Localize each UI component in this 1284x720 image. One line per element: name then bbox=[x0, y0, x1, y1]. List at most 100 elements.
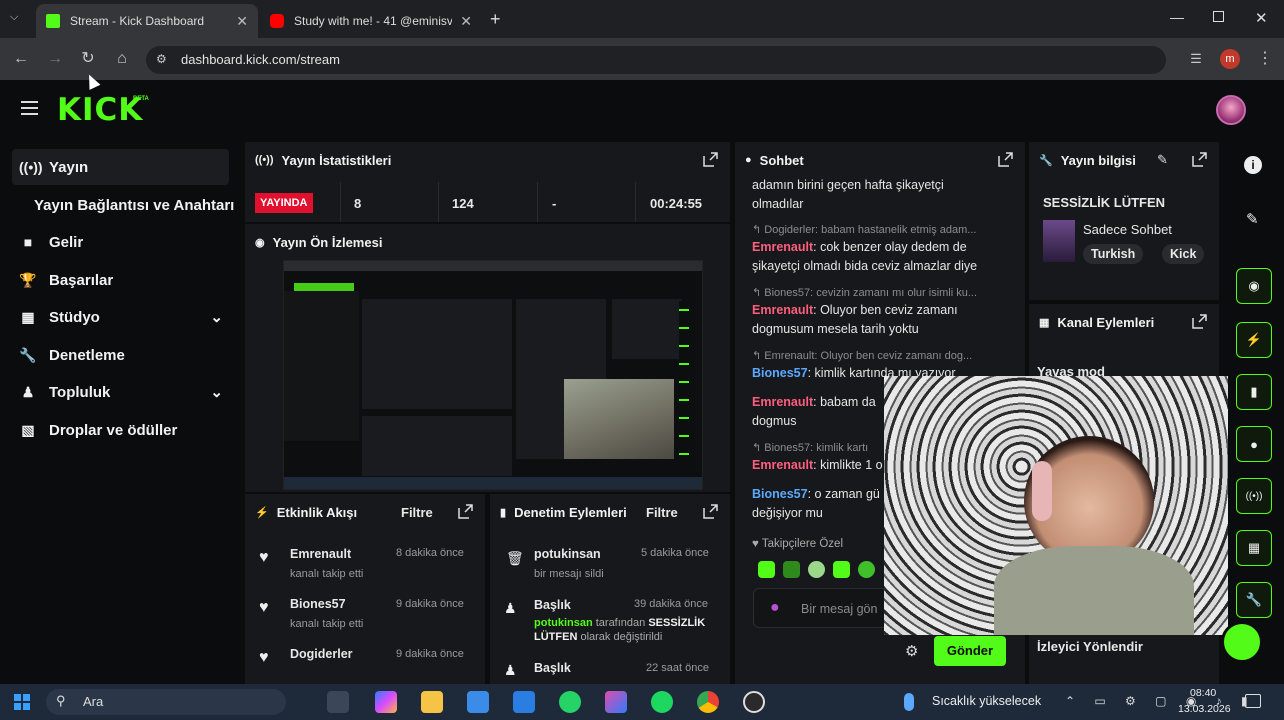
tab-youtube[interactable]: Study with me! - 41 @eminisvlo ✕ bbox=[260, 4, 482, 38]
chat-message: adamın birini geçen hafta şikayetçi olma… bbox=[752, 178, 944, 211]
close-window-icon[interactable]: ✕ bbox=[1255, 9, 1268, 27]
reload-icon[interactable]: ↻ bbox=[78, 49, 98, 69]
chat-button[interactable]: ● bbox=[1236, 426, 1272, 462]
mod-user[interactable]: potukinsan bbox=[534, 547, 601, 561]
youtube-favicon-icon bbox=[270, 14, 284, 28]
raid-item[interactable]: İzleyici Yönlendir bbox=[1037, 639, 1143, 654]
tab-kick-dashboard[interactable]: Stream - Kick Dashboard ✕ bbox=[36, 4, 258, 38]
site-info-icon[interactable]: ⚙ bbox=[156, 52, 167, 66]
notification-icon[interactable] bbox=[1245, 694, 1261, 708]
mod-log-button[interactable]: ▮ bbox=[1236, 374, 1272, 410]
edit-icon[interactable]: ✎ bbox=[1246, 210, 1259, 228]
category-name[interactable]: Sadece Sohbet bbox=[1083, 222, 1172, 237]
chat-username[interactable]: Emrenault bbox=[752, 458, 813, 472]
mod-user[interactable]: Başlık bbox=[534, 661, 571, 675]
chat-reply-preview[interactable]: ↰ Biones57: cevizin zamanı mı olur isiml… bbox=[752, 286, 1002, 299]
sidebar-item-label: Başarılar bbox=[49, 271, 114, 289]
task-view-icon[interactable] bbox=[327, 691, 349, 713]
sidebar-item-studyo[interactable]: ▦ Stüdyo ⌄ bbox=[12, 299, 229, 335]
chrome-icon[interactable] bbox=[697, 691, 719, 713]
m365-icon[interactable] bbox=[605, 691, 627, 713]
sidebar-item-gelir[interactable]: ■ Gelir bbox=[12, 224, 229, 260]
browser-menu-icon[interactable]: ⋮ bbox=[1255, 49, 1275, 69]
close-tab-icon[interactable]: ✕ bbox=[236, 13, 248, 30]
stat-uptime: 00:24:55 bbox=[650, 196, 703, 211]
popout-icon[interactable] bbox=[703, 504, 718, 519]
tab-list-icon[interactable]: ⌵ bbox=[10, 11, 18, 24]
profile-avatar[interactable]: m bbox=[1220, 49, 1240, 69]
emote-icon[interactable] bbox=[833, 561, 850, 578]
chat-reply-preview[interactable]: ↰ Dogiderler: babam hastanelik etmiş ada… bbox=[752, 223, 1002, 236]
activity-user[interactable]: Biones57 bbox=[290, 597, 346, 611]
popout-icon[interactable] bbox=[458, 504, 473, 519]
sidebar-item-basarilar[interactable]: 🏆 Başarılar bbox=[12, 262, 229, 298]
support-headset-icon[interactable] bbox=[1221, 621, 1263, 663]
spotify-icon[interactable] bbox=[651, 691, 673, 713]
search-label: Ara bbox=[83, 694, 104, 709]
activity-user[interactable]: Dogiderler bbox=[290, 647, 353, 661]
activity-time: 8 dakika önce bbox=[396, 547, 464, 559]
minimize-icon[interactable]: — bbox=[1170, 9, 1184, 25]
popout-icon[interactable] bbox=[703, 152, 718, 167]
obs-icon[interactable] bbox=[743, 691, 765, 713]
clock-date[interactable]: 13.03.2026 bbox=[1178, 703, 1231, 715]
chat-username[interactable]: Biones57 bbox=[752, 366, 808, 380]
mod-user[interactable]: Başlık bbox=[534, 598, 571, 612]
emote-icon[interactable] bbox=[808, 561, 825, 578]
store-icon[interactable] bbox=[467, 691, 489, 713]
emote-icon[interactable] bbox=[758, 561, 775, 578]
chat-username[interactable]: Biones57 bbox=[752, 487, 808, 501]
back-icon[interactable]: ← bbox=[11, 49, 31, 69]
chat-reply-preview[interactable]: ↰ Emrenault: Oluyor ben ceviz zamanı dog… bbox=[752, 349, 1002, 362]
clock-time[interactable]: 08:40 bbox=[1190, 687, 1216, 699]
emote-icon[interactable] bbox=[858, 561, 875, 578]
sidebar-item-denetleme[interactable]: 🔧 Denetleme bbox=[12, 337, 229, 373]
taskbar-search[interactable]: ⚲ Ara bbox=[46, 689, 286, 715]
chat-settings-icon[interactable]: ⚙ bbox=[905, 642, 918, 660]
chat-username[interactable]: Emrenault bbox=[752, 240, 813, 254]
tag-chip[interactable]: Turkish bbox=[1083, 244, 1144, 264]
new-tab-icon[interactable]: + bbox=[490, 9, 501, 30]
preview-video[interactable] bbox=[283, 260, 703, 490]
info-icon[interactable]: i bbox=[1244, 156, 1262, 174]
edit-pencil-icon[interactable]: ✎ bbox=[1157, 152, 1168, 168]
activity-user[interactable]: Emrenault bbox=[290, 547, 351, 561]
maximize-icon[interactable] bbox=[1213, 11, 1224, 22]
tag-chip[interactable]: Kick bbox=[1162, 244, 1205, 264]
copilot-icon[interactable] bbox=[375, 691, 397, 713]
lightning-button[interactable]: ⚡ bbox=[1236, 322, 1272, 358]
forward-icon[interactable]: → bbox=[45, 49, 65, 69]
sidebar-item-topluluk[interactable]: ♟ Topluluk ⌄ bbox=[12, 374, 229, 410]
sidebar-item-droplar[interactable]: ▧ Droplar ve ödüller bbox=[12, 412, 229, 448]
user-avatar[interactable] bbox=[1216, 95, 1246, 125]
popout-icon[interactable] bbox=[1192, 314, 1207, 329]
mail-icon[interactable] bbox=[513, 691, 535, 713]
layout-button[interactable]: ▦ bbox=[1236, 530, 1272, 566]
filter-button[interactable]: Filtre bbox=[646, 505, 678, 520]
emote-icon[interactable] bbox=[783, 561, 800, 578]
camera-button[interactable]: ◉ bbox=[1236, 268, 1272, 304]
file-explorer-icon[interactable] bbox=[421, 691, 443, 713]
broadcast-button[interactable]: ((•)) bbox=[1236, 478, 1272, 514]
hamburger-menu-icon[interactable] bbox=[21, 101, 38, 115]
popout-icon[interactable] bbox=[998, 152, 1013, 167]
popout-icon[interactable] bbox=[1192, 152, 1207, 167]
chat-username[interactable]: Emrenault bbox=[752, 303, 813, 317]
mod-actor[interactable]: potukinsan bbox=[534, 617, 593, 629]
send-button[interactable]: Gönder bbox=[934, 636, 1006, 666]
emote-row[interactable] bbox=[758, 561, 875, 578]
filter-button[interactable]: Filtre bbox=[401, 505, 433, 520]
sidebar-item-yayin[interactable]: ((•)) Yayın bbox=[12, 149, 229, 185]
wrench-button[interactable]: 🔧 bbox=[1236, 582, 1272, 618]
home-icon[interactable]: ⌂ bbox=[112, 49, 132, 69]
media-controls-icon[interactable]: ☰ bbox=[1186, 49, 1206, 69]
sidebar-item-stream-key[interactable]: Yayın Bağlantısı ve Anahtarı bbox=[34, 187, 244, 223]
address-bar[interactable]: ⚙ dashboard.kick.com/stream bbox=[146, 46, 1166, 74]
mic-icon[interactable]: ● bbox=[770, 599, 780, 617]
close-tab-icon[interactable]: ✕ bbox=[460, 13, 472, 30]
kick-logo[interactable]: KICK bbox=[57, 92, 143, 128]
whatsapp-icon[interactable] bbox=[559, 691, 581, 713]
chat-username[interactable]: Emrenault bbox=[752, 395, 813, 409]
weather-text[interactable]: Sıcaklık yükselecek bbox=[932, 694, 1041, 708]
windows-start-icon[interactable] bbox=[14, 694, 30, 710]
